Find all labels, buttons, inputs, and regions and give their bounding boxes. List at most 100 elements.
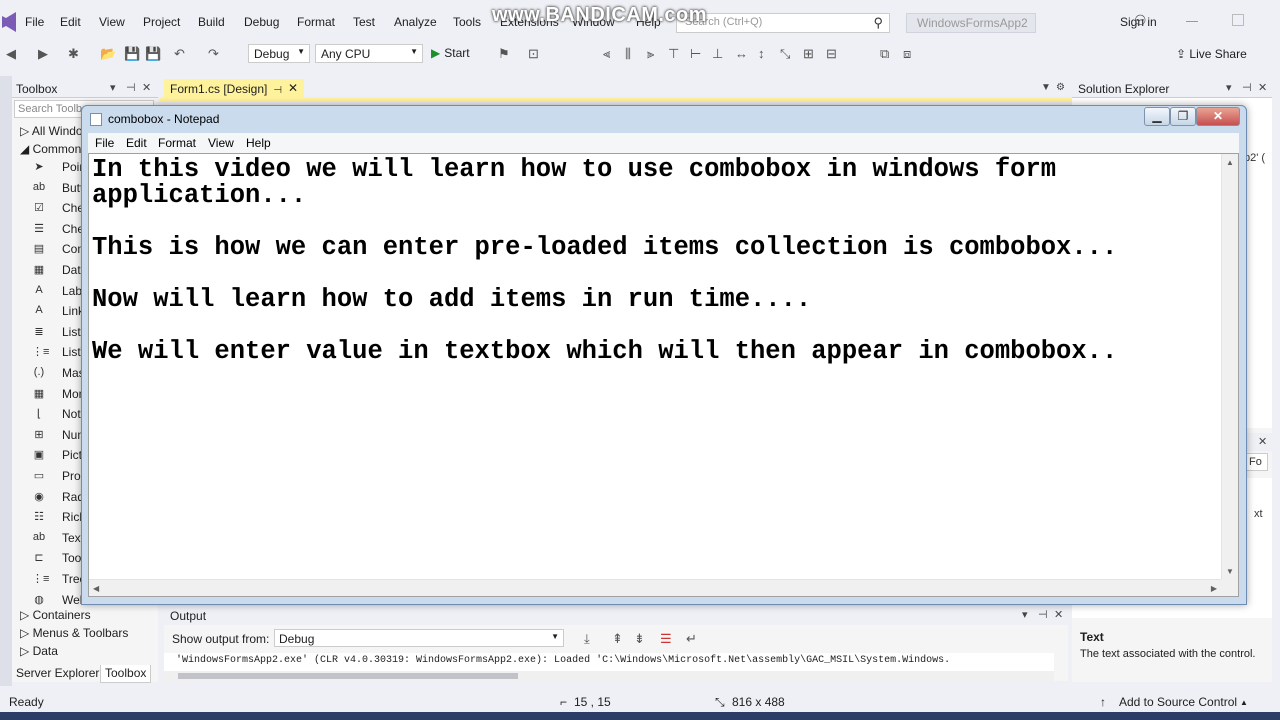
live-share-button[interactable]: ⇪ Live Share bbox=[1176, 47, 1247, 61]
word-wrap-icon[interactable]: ↵ bbox=[686, 631, 697, 647]
menu-analyze[interactable]: Analyze bbox=[394, 15, 437, 29]
notepad-titlebar[interactable]: combobox - Notepad ▁ ❐ ✕ bbox=[82, 106, 1246, 132]
np-menu-format[interactable]: Format bbox=[158, 136, 196, 150]
close-icon[interactable]: ✕ bbox=[1054, 608, 1063, 621]
scroll-up-icon[interactable]: ▲ bbox=[1226, 158, 1234, 167]
restore-button[interactable]: ❐ bbox=[1170, 107, 1196, 126]
menu-build[interactable]: Build bbox=[198, 15, 225, 29]
scroll-right-icon[interactable]: ▶ bbox=[1211, 584, 1217, 593]
pin-icon[interactable]: ⊣ bbox=[1242, 81, 1252, 94]
chevron-up-icon[interactable]: ▲ bbox=[1240, 698, 1248, 707]
platform-dropdown[interactable]: Any CPU ▼ bbox=[315, 44, 423, 63]
save-all-icon[interactable]: 💾 bbox=[145, 46, 161, 62]
user-icon[interactable]: ⚇ bbox=[1134, 12, 1147, 29]
config-dropdown[interactable]: Debug ▼ bbox=[248, 44, 310, 63]
toolbox-group-containers[interactable]: ▷ Containers bbox=[20, 608, 91, 622]
prev-message-icon[interactable]: ⇞ bbox=[612, 631, 623, 647]
chevron-down-icon[interactable]: ▾ bbox=[110, 81, 116, 94]
align-middle-icon[interactable]: ⊢ bbox=[690, 46, 701, 62]
tab-server-explorer[interactable]: Server Explorer bbox=[12, 665, 103, 683]
properties-object-partial: Fo bbox=[1249, 456, 1262, 468]
output-hscroll-thumb[interactable] bbox=[178, 673, 518, 679]
np-menu-help[interactable]: Help bbox=[246, 136, 271, 150]
menu-view[interactable]: View bbox=[99, 15, 125, 29]
maximize-icon[interactable] bbox=[1232, 14, 1244, 26]
toolbox-group-data[interactable]: ▷ Data bbox=[20, 644, 58, 658]
scroll-down-icon[interactable]: ▼ bbox=[1226, 567, 1234, 576]
find-message-icon[interactable]: ⤓ bbox=[584, 631, 590, 647]
pin-icon[interactable]: ⊣ bbox=[1038, 608, 1048, 621]
align-center-icon[interactable]: ⫼ bbox=[625, 46, 631, 62]
notepad-hscrollbar[interactable]: ◀ ▶ bbox=[89, 579, 1221, 596]
start-button[interactable]: ▶ Start bbox=[431, 46, 470, 60]
tab-form1-design-label: Form1.cs [Design] bbox=[170, 82, 268, 96]
send-back-icon[interactable]: ⧈ bbox=[903, 46, 911, 62]
np-menu-edit[interactable]: Edit bbox=[126, 136, 147, 150]
menu-project[interactable]: Project bbox=[143, 15, 180, 29]
output-source-dropdown[interactable]: Debug ▼ bbox=[274, 629, 564, 647]
minimize-button[interactable]: ▁ bbox=[1144, 107, 1170, 126]
label-icon: A bbox=[35, 283, 43, 296]
notepad-title: combobox - Notepad bbox=[108, 112, 220, 126]
redo-icon[interactable]: ↷ bbox=[208, 46, 219, 62]
toolbox-group-menus[interactable]: ▷ Menus & Toolbars bbox=[20, 626, 128, 640]
next-message-icon[interactable]: ⇟ bbox=[634, 631, 645, 647]
same-size-icon[interactable]: ⤡ bbox=[780, 46, 790, 62]
save-icon[interactable]: 💾 bbox=[124, 46, 140, 62]
tab-toolbox[interactable]: Toolbox bbox=[100, 665, 152, 683]
align-left-icon[interactable]: ⫷ bbox=[603, 46, 610, 62]
chevron-down-icon[interactable]: ▾ bbox=[1022, 608, 1028, 621]
chevron-down-icon[interactable]: ▼ bbox=[1041, 82, 1051, 93]
scroll-left-icon[interactable]: ◀ bbox=[93, 584, 99, 593]
output-hscrollbar[interactable] bbox=[164, 671, 1054, 681]
menu-file[interactable]: File bbox=[25, 15, 44, 29]
menu-debug[interactable]: Debug bbox=[244, 15, 279, 29]
button-icon: ab bbox=[32, 180, 46, 193]
close-icon: ✕ bbox=[1212, 109, 1224, 123]
screenshot-icon[interactable]: ⊡ bbox=[528, 46, 539, 62]
close-icon[interactable]: ✕ bbox=[1258, 435, 1267, 448]
new-project-icon[interactable]: ✱ bbox=[68, 46, 79, 62]
align-top-icon[interactable]: ⊤ bbox=[668, 46, 679, 62]
close-icon[interactable]: ✕ bbox=[1258, 81, 1267, 94]
notepad-vscrollbar[interactable]: ▲ ▼ bbox=[1221, 154, 1238, 580]
np-menu-file[interactable]: File bbox=[95, 136, 114, 150]
spacing-icon[interactable]: ⊟ bbox=[826, 46, 837, 62]
attach-icon[interactable]: ⚑ bbox=[498, 46, 510, 62]
pin-icon[interactable]: ⊣ bbox=[273, 85, 282, 96]
forward-icon[interactable]: ▶ bbox=[38, 46, 48, 62]
menu-edit[interactable]: Edit bbox=[60, 15, 81, 29]
gear-icon[interactable]: ⚙ bbox=[1056, 82, 1065, 93]
bring-front-icon[interactable]: ⧉ bbox=[880, 46, 889, 62]
pin-icon[interactable]: ⊣ bbox=[126, 81, 136, 94]
toolbox-group-data-label: Data bbox=[32, 644, 58, 658]
undo-icon[interactable]: ↶ bbox=[174, 46, 185, 62]
grid-icon[interactable]: ⊞ bbox=[803, 46, 814, 62]
back-icon[interactable]: ◀ bbox=[6, 46, 16, 62]
chevron-down-icon[interactable]: ▾ bbox=[1226, 81, 1232, 94]
same-height-icon[interactable]: ↕ bbox=[758, 46, 765, 61]
menu-test[interactable]: Test bbox=[353, 15, 375, 29]
arrow-up-icon[interactable]: ↑ bbox=[1100, 695, 1106, 709]
clear-all-icon[interactable]: ☰ bbox=[660, 631, 672, 647]
menu-tools[interactable]: Tools bbox=[453, 15, 481, 29]
vs-search-box[interactable]: Search (Ctrl+Q) ⚲ bbox=[676, 13, 890, 33]
np-menu-view[interactable]: View bbox=[208, 136, 234, 150]
align-right-icon[interactable]: ⫸ bbox=[647, 46, 654, 62]
output-source-value: Debug bbox=[279, 632, 315, 646]
close-button[interactable]: ✕ bbox=[1196, 107, 1240, 126]
treeview-icon: ⋮≡ bbox=[32, 573, 50, 585]
open-icon[interactable]: 📂 bbox=[100, 46, 116, 62]
minimize-icon[interactable] bbox=[1186, 14, 1198, 22]
same-width-icon[interactable]: ↔ bbox=[735, 46, 748, 61]
close-icon[interactable]: ✕ bbox=[288, 81, 298, 95]
status-size: 816 x 488 bbox=[732, 695, 785, 709]
menu-format[interactable]: Format bbox=[297, 15, 335, 29]
align-bottom-icon[interactable]: ⊥ bbox=[712, 46, 723, 62]
tab-form1-design[interactable]: Form1.cs [Design] ⊣ ✕ bbox=[164, 79, 304, 98]
notepad-size-grip[interactable] bbox=[1221, 579, 1238, 596]
close-icon[interactable]: ✕ bbox=[142, 81, 151, 94]
source-control-button[interactable]: Add to Source Control bbox=[1119, 695, 1237, 709]
output-title: Output bbox=[170, 609, 207, 623]
notepad-text-area[interactable]: In this video we will learn how to use c… bbox=[88, 153, 1239, 597]
